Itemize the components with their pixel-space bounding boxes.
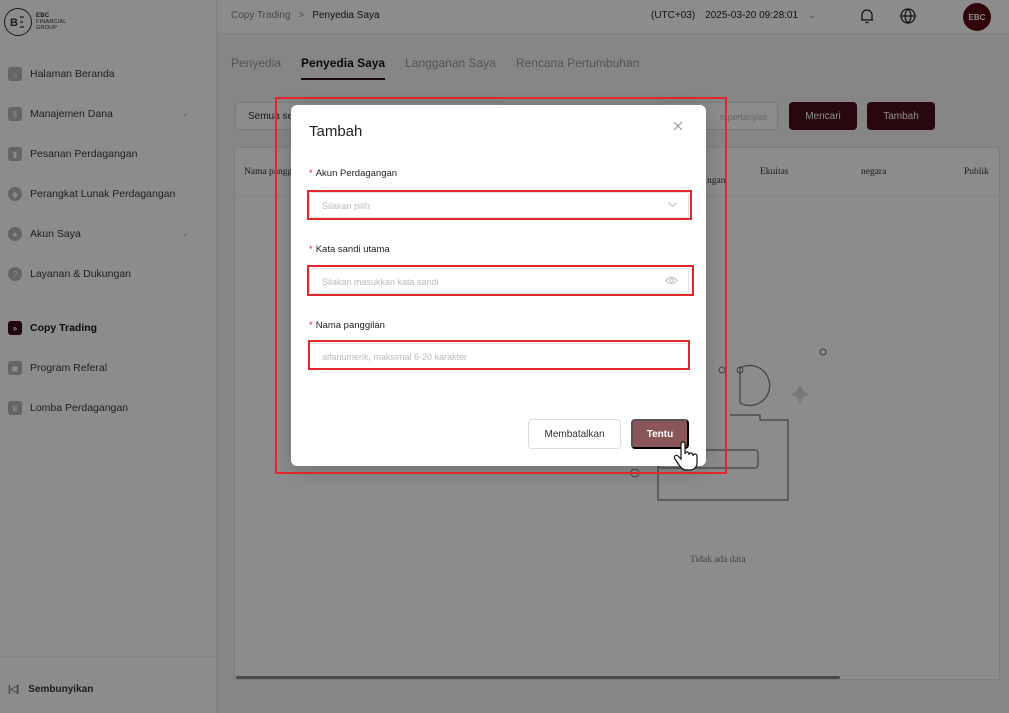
close-icon[interactable]	[672, 119, 688, 135]
nickname-input[interactable]: alfanumerik, maksimal 6-20 karakter	[309, 343, 689, 369]
add-dialog: Tambah * Akun Perdagangan Silakan pilih *…	[291, 105, 706, 466]
password-placeholder: Silakan masukkan kata sandi	[322, 277, 439, 287]
required-mark: *	[309, 320, 313, 331]
required-mark: *	[309, 244, 313, 255]
hand-pointer-cursor-icon	[673, 441, 698, 471]
account-label-text: Akun Perdagangan	[315, 168, 398, 179]
account-label: * Akun Perdagangan	[309, 168, 397, 179]
chevron-down-icon	[667, 199, 678, 213]
nickname-label-text: Nama panggilan	[315, 320, 385, 331]
nickname-label: * Nama panggilan	[309, 320, 385, 331]
dialog-title: Tambah	[309, 123, 363, 140]
required-mark: *	[309, 168, 313, 179]
cancel-button[interactable]: Membatalkan	[528, 419, 621, 449]
password-label-text: Kata sandi utama	[315, 244, 390, 255]
account-placeholder: Silakan pilih	[322, 201, 371, 211]
nickname-placeholder: alfanumerik, maksimal 6-20 karakter	[322, 352, 468, 362]
password-label: * Kata sandi utama	[309, 244, 390, 255]
trading-account-select[interactable]: Silakan pilih	[309, 192, 689, 218]
master-password-input[interactable]: Silakan masukkan kata sandi	[309, 268, 689, 294]
eye-icon[interactable]	[665, 275, 678, 289]
